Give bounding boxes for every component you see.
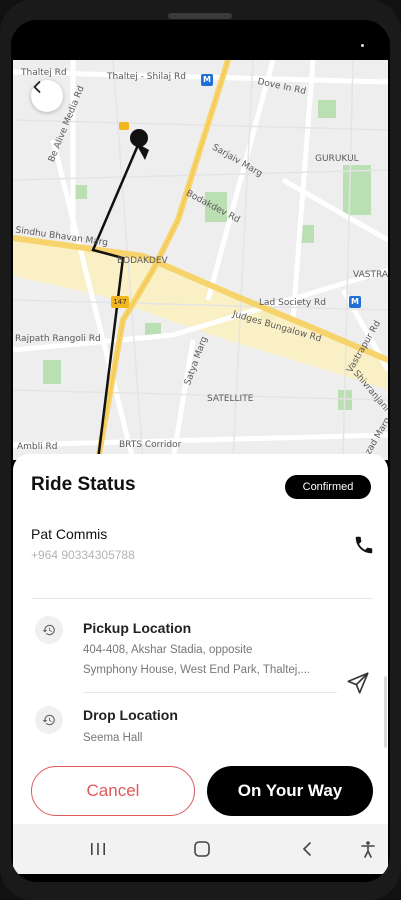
route-number-badge: 147 [111,296,129,308]
map-label: Ambli Rd [17,442,58,452]
map-label: BODAKDEV [117,256,168,266]
speaker-grille [168,13,232,19]
drop-history-icon [35,706,63,734]
map-label: BRTS Corridor [119,440,182,450]
driver-name: Pat Commis [31,526,108,542]
home-button[interactable] [191,838,213,860]
accessibility-icon [361,841,375,858]
back-arrow-icon [33,81,41,93]
history-icon [42,714,55,726]
screen: Thaltej Rd Thaltej - Shilaj Rd Dove In R… [11,20,390,882]
recent-apps-button[interactable] [87,838,109,860]
system-nav-bar [13,824,388,874]
status-indicator-icon [361,44,364,47]
map-label: VASTRA [353,270,388,280]
on-your-way-button[interactable]: On Your Way [207,766,373,816]
map-view[interactable]: Thaltej Rd Thaltej - Shilaj Rd Dove In R… [13,60,388,460]
metro-station-icon: M [201,74,213,86]
send-icon[interactable] [345,670,371,696]
divider [83,692,337,693]
map-label: GURUKUL [315,154,359,164]
scroll-indicator [384,676,387,748]
drop-address: Seema Hall [83,732,143,744]
divider [31,598,373,599]
map-label: Thaltej Rd [21,68,67,78]
map-label: Thaltej - Shilaj Rd [107,72,187,82]
recent-apps-icon [91,843,105,855]
nav-back-button[interactable] [297,838,319,860]
status-badge: Confirmed [285,475,371,499]
back-button[interactable] [31,80,63,112]
map-label: Rajpath Rangoli Rd [15,334,101,344]
pickup-history-icon [35,616,63,644]
map-label: SATELLITE [207,394,254,404]
pickup-address-line2: Symphony House, West End Park, Thaltej,.… [83,664,311,676]
sheet-title: Ride Status [31,474,136,495]
metro-station-icon: M [349,296,361,308]
ride-status-sheet: Ride Status Confirmed Pat Commis +964 90… [13,454,388,824]
pickup-title: Pickup Location [83,620,192,636]
drop-title: Drop Location [83,707,178,723]
status-bar [11,20,390,60]
cancel-button[interactable]: Cancel [31,766,195,816]
phone-icon[interactable] [353,534,375,556]
pickup-address-line1: 404-408, Akshar Stadia, opposite [83,644,253,656]
accessibility-button[interactable] [357,838,379,860]
nav-back-icon [302,842,311,856]
driver-phone: +964 90334305788 [31,548,135,562]
history-icon [42,624,55,636]
car-icon [119,122,129,130]
phone-frame: Thaltej Rd Thaltej - Shilaj Rd Dove In R… [0,0,401,900]
home-icon [194,841,210,857]
map-label: Lad Society Rd [259,298,326,308]
